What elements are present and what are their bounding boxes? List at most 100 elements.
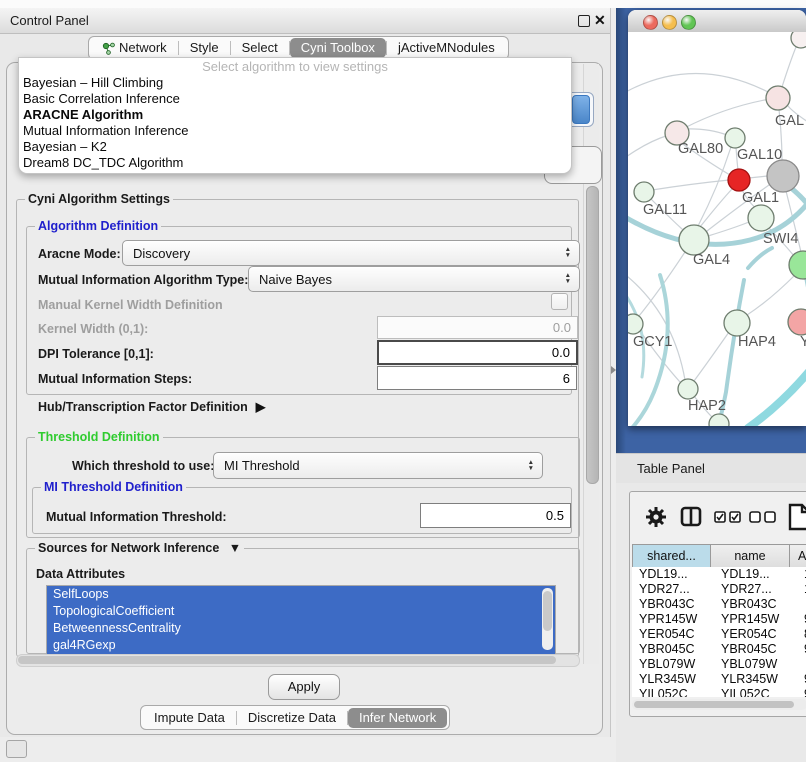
hub-definition-expander[interactable]: Hub/Transcription Factor Definition▶ xyxy=(38,399,265,414)
float-window-icon[interactable] xyxy=(578,15,590,27)
table-row[interactable]: YPR145WYPR145W9. xyxy=(632,612,806,627)
which-threshold-label: Which threshold to use: xyxy=(72,459,214,473)
spinner-arrows-icon: ▲▼ xyxy=(528,460,534,472)
table-row[interactable]: YDR27...YDR27...12 xyxy=(632,582,806,597)
node-gal10[interactable] xyxy=(767,160,799,192)
cell-value xyxy=(801,597,806,612)
close-traffic-light[interactable] xyxy=(643,15,658,30)
tab-network[interactable]: Network xyxy=(91,38,178,58)
cell-shared-name: YBR045C xyxy=(632,642,718,657)
mi-type-label: Mutual Information Algorithm Type: xyxy=(38,273,248,287)
obscured-combo-spinner[interactable] xyxy=(572,95,590,124)
attribute-item-betweennesscentrality[interactable]: BetweennessCentrality xyxy=(47,620,555,637)
sources-group-title[interactable]: Sources for Network Inference ▼ xyxy=(35,541,244,555)
node-gal1[interactable] xyxy=(748,205,774,231)
data-attributes-list[interactable]: SelfLoopsTopologicalCoefficientBetweenne… xyxy=(46,585,556,655)
cell-name: YLR345W xyxy=(718,672,801,687)
node-bottom[interactable] xyxy=(709,414,729,426)
algorithm-option-dream8-dc-tdc-algorithm[interactable]: Dream8 DC_TDC Algorithm xyxy=(19,155,571,171)
algorithm-option-bayesian-k2[interactable]: Bayesian – K2 xyxy=(19,139,571,155)
apply-button[interactable]: Apply xyxy=(268,674,340,700)
deselect-all-checkboxes-icon[interactable] xyxy=(749,511,777,523)
which-threshold-select[interactable]: MI Threshold ▲▼ xyxy=(213,452,543,479)
column-layout-icon[interactable] xyxy=(680,506,702,527)
tab-label: jActiveMNodules xyxy=(398,38,495,58)
node-red[interactable] xyxy=(728,169,750,191)
table-container: shared... name A YDL19...YDL19...13YDR27… xyxy=(629,491,806,717)
zoom-traffic-light[interactable] xyxy=(681,15,696,30)
mi-type-select[interactable]: Naive Bayes ▲▼ xyxy=(248,266,580,292)
table-row[interactable]: YBL079WYBL079W xyxy=(632,657,806,672)
table-hscrollbar-track[interactable] xyxy=(632,699,806,710)
cell-name: YDL19... xyxy=(718,567,801,582)
panel-corner-button[interactable] xyxy=(6,740,27,758)
table-row[interactable]: YBR045CYBR045C9. xyxy=(632,642,806,657)
table-row[interactable]: YDL19...YDL19...13 xyxy=(632,567,806,582)
document-icon[interactable] xyxy=(788,503,806,531)
network-canvas[interactable]: GALGAL80GAL10GAL1GAL11SWI4GAL4GCY1HAP4YH… xyxy=(628,32,806,426)
gear-icon[interactable] xyxy=(644,505,668,529)
mi-steps-label: Mutual Information Steps: xyxy=(38,372,192,386)
mi-steps-input[interactable]: 6 xyxy=(377,366,577,390)
node-gcy1[interactable] xyxy=(628,314,643,334)
attribute-item-selfloops[interactable]: SelfLoops xyxy=(47,586,555,603)
tab-cyni-toolbox[interactable]: Cyni Toolbox xyxy=(290,38,386,58)
cell-shared-name: YER054C xyxy=(632,627,718,642)
table-header-cut[interactable]: A xyxy=(789,544,806,568)
cell-name: YDR27... xyxy=(718,582,801,597)
table-header-name[interactable]: name xyxy=(710,544,790,568)
vertical-scrollbar-thumb[interactable] xyxy=(586,186,599,484)
tab-discretize-data[interactable]: Discretize Data xyxy=(237,708,347,728)
node-swi4[interactable] xyxy=(789,251,806,279)
node-gal-cut[interactable] xyxy=(766,86,790,110)
kernel-width-input[interactable]: 0.0 xyxy=(377,316,578,339)
algorithm-option-aracne-algorithm[interactable]: ARACNE Algorithm xyxy=(19,107,571,123)
node-gal4[interactable] xyxy=(679,225,709,255)
node-above-gal10[interactable] xyxy=(725,128,745,148)
tab-label: Impute Data xyxy=(154,708,225,728)
tab-infer-network[interactable]: Infer Network xyxy=(348,708,447,728)
attributes-scrollbar-track[interactable] xyxy=(542,588,553,650)
select-all-checkboxes-icon[interactable] xyxy=(714,511,742,523)
tab-label: Infer Network xyxy=(359,708,436,728)
algorithm-option-basic-correlation-inference[interactable]: Basic Correlation Inference xyxy=(19,91,571,107)
node-gal80-label: GAL80 xyxy=(678,141,723,157)
node-gal11[interactable] xyxy=(634,182,654,202)
algorithm-option-mutual-information-inference[interactable]: Mutual Information Inference xyxy=(19,123,571,139)
tab-label: Discretize Data xyxy=(248,708,336,728)
node-y-cut[interactable] xyxy=(788,309,806,335)
minimize-traffic-light[interactable] xyxy=(662,15,677,30)
node-top-right[interactable] xyxy=(791,32,806,48)
node-hap4[interactable] xyxy=(724,310,750,336)
mi-threshold-input[interactable]: 0.5 xyxy=(420,503,571,528)
node-hap4-label: HAP4 xyxy=(738,334,776,350)
manual-kernel-checkbox[interactable] xyxy=(551,293,568,310)
aracne-mode-select[interactable]: Discovery ▲▼ xyxy=(122,240,580,266)
algorithm-option-bayesian-hill-climbing[interactable]: Bayesian – Hill Climbing xyxy=(19,75,571,91)
network-edge xyxy=(700,189,732,227)
cell-shared-name: YDR27... xyxy=(632,582,718,597)
attributes-scrollbar-thumb[interactable] xyxy=(543,591,552,631)
tab-style[interactable]: Style xyxy=(179,38,230,58)
table-hscrollbar-thumb[interactable] xyxy=(634,701,794,708)
tab-select[interactable]: Select xyxy=(231,38,289,58)
table-row[interactable]: YER054CYER054C8. xyxy=(632,627,806,642)
dpi-tolerance-input[interactable]: 0.0 xyxy=(377,340,578,365)
attribute-item-gal4rgexp[interactable]: gal4RGexp xyxy=(47,637,555,654)
close-icon[interactable]: ✕ xyxy=(594,11,606,30)
data-attributes-label: Data Attributes xyxy=(36,567,125,581)
table-row[interactable]: YBR043CYBR043C xyxy=(632,597,806,612)
table-header-shared-name[interactable]: shared... xyxy=(632,544,711,568)
cell-shared-name: YLR345W xyxy=(632,672,718,687)
table-row[interactable]: YIL052CYIL052C9 xyxy=(632,687,806,697)
node-swi4-label: SWI4 xyxy=(763,231,798,247)
table-row[interactable]: YLR345WYLR345W9. xyxy=(632,672,806,687)
attribute-item-topologicalcoefficient[interactable]: TopologicalCoefficient xyxy=(47,603,555,620)
manual-kernel-label: Manual Kernel Width Definition xyxy=(38,298,223,312)
tab-jactivemnodules[interactable]: jActiveMNodules xyxy=(387,38,506,58)
tab-impute-data[interactable]: Impute Data xyxy=(143,708,236,728)
tab-label: Cyni Toolbox xyxy=(301,38,375,58)
horizontal-scrollbar-thumb[interactable] xyxy=(18,656,556,664)
node-hap2[interactable] xyxy=(678,379,698,399)
kernel-width-label: Kernel Width (0,1): xyxy=(38,322,148,336)
